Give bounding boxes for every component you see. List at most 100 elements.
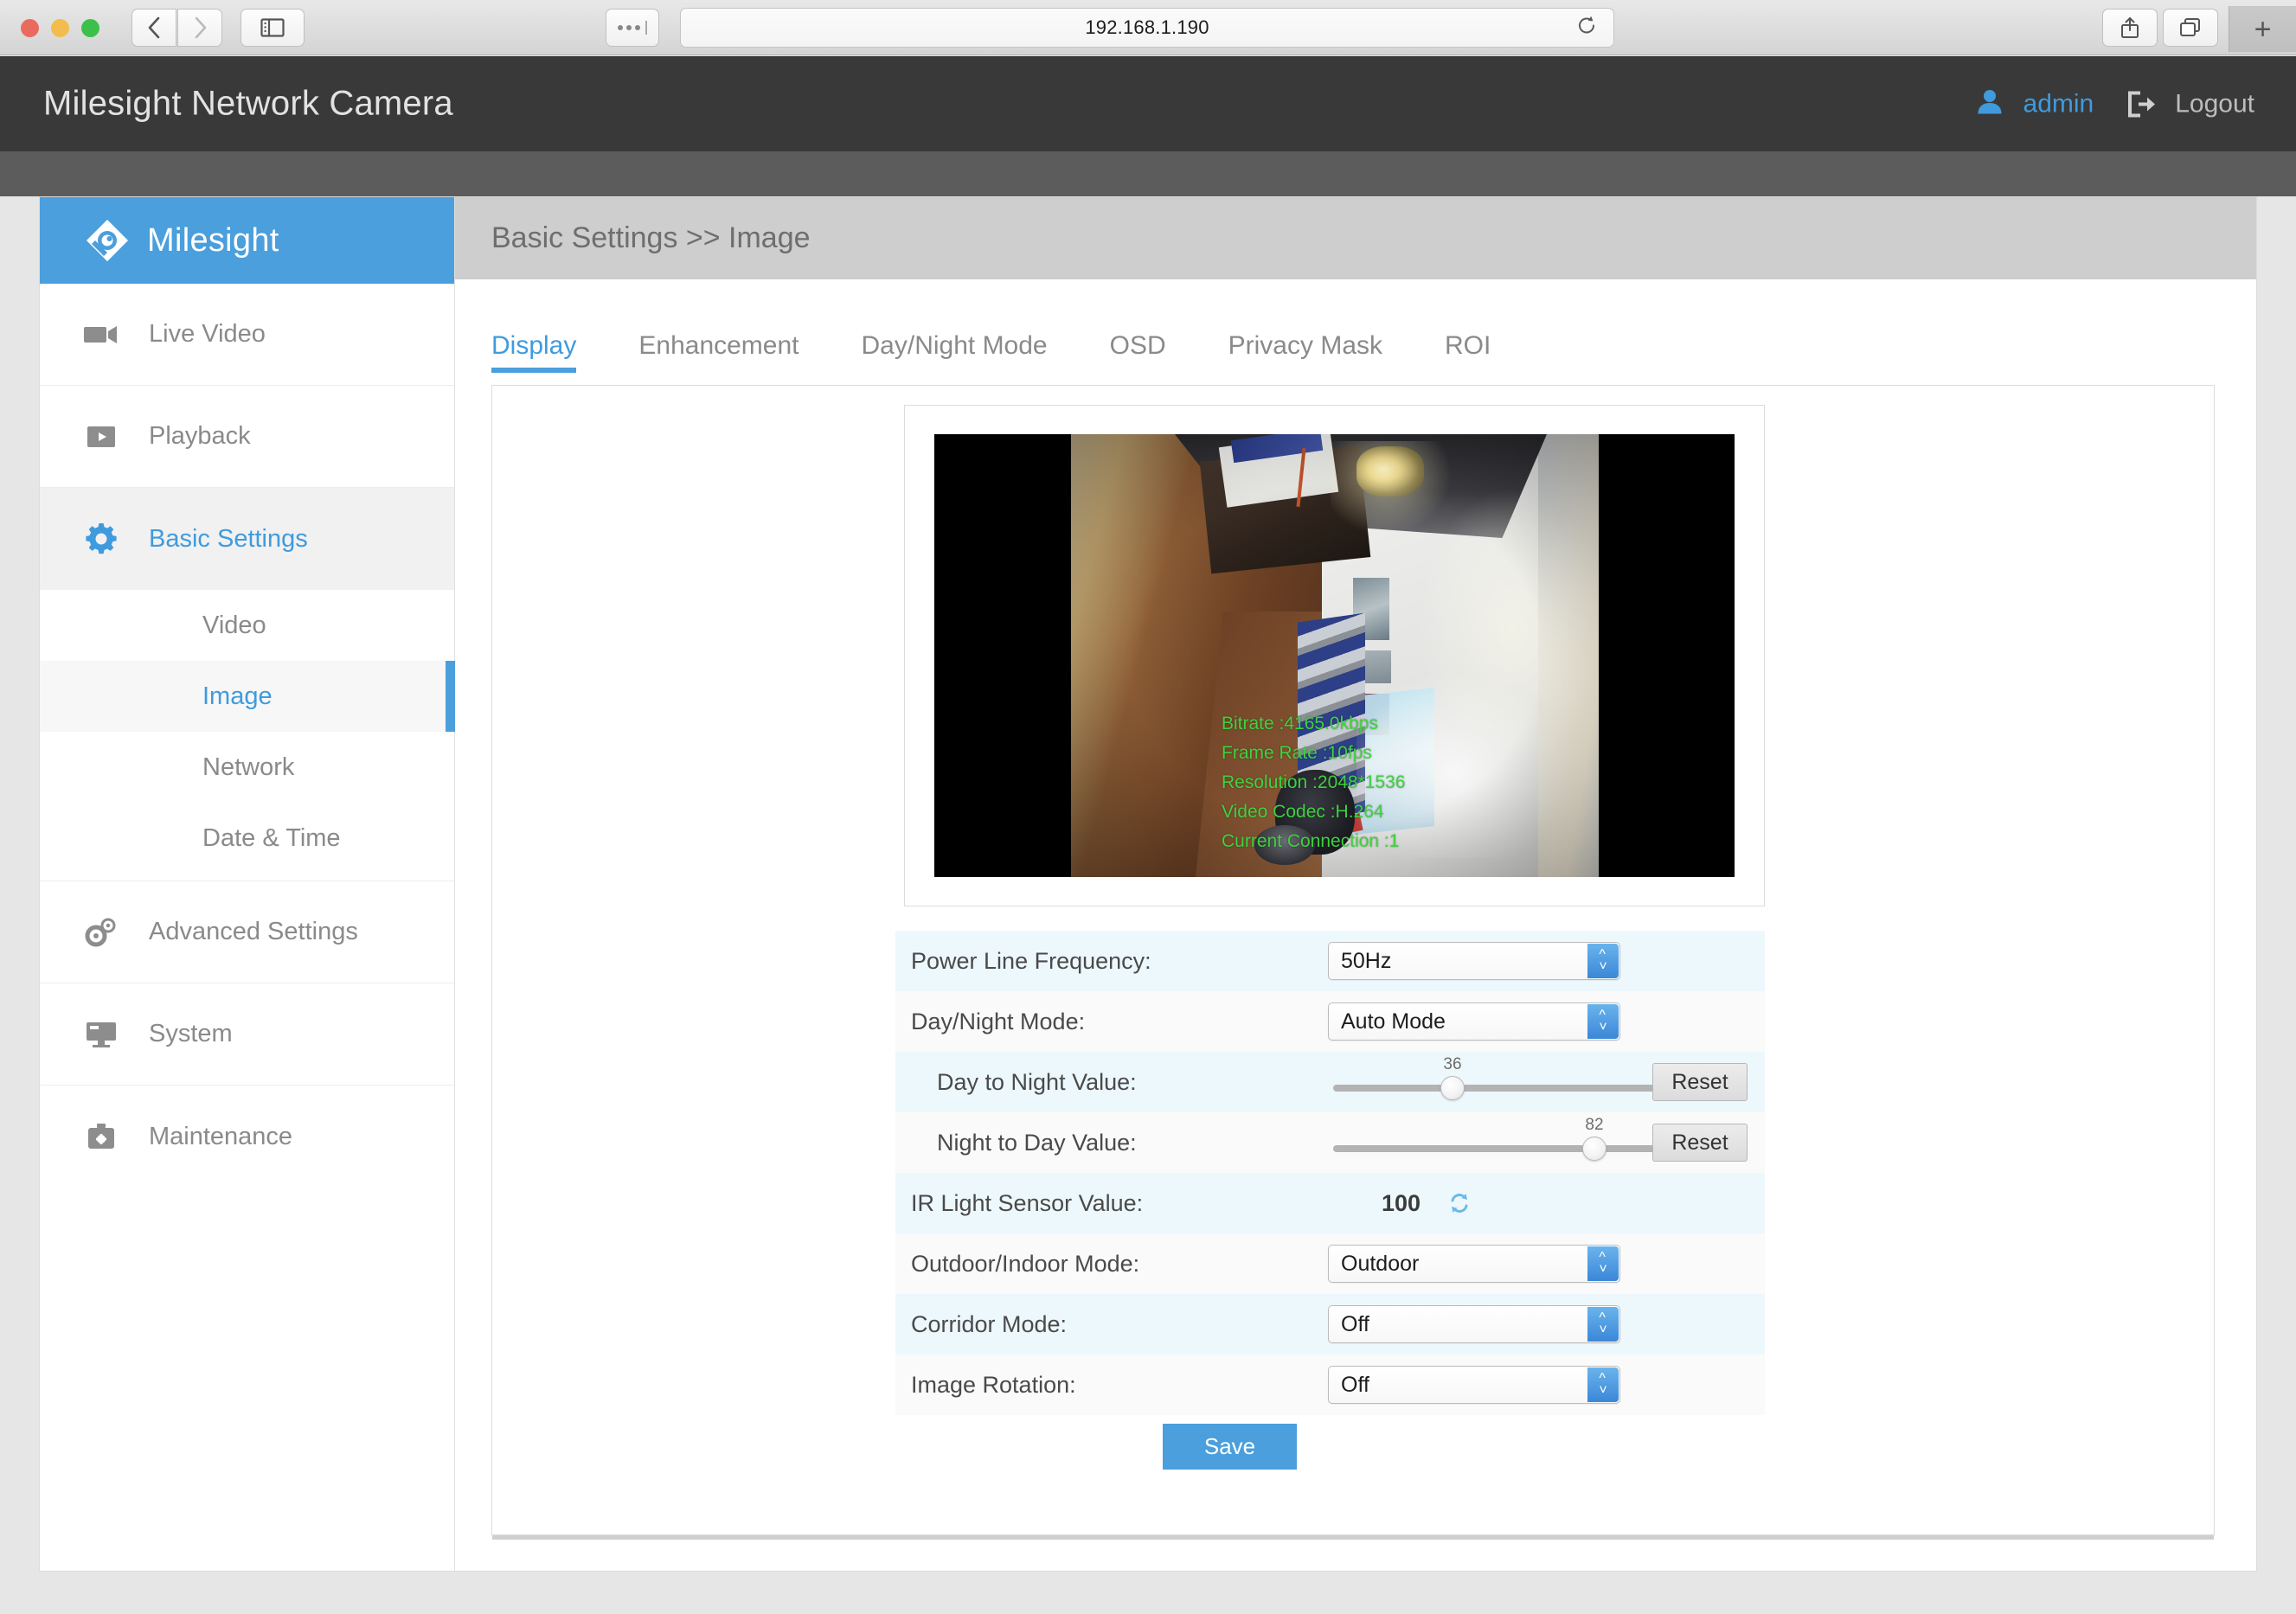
corridor-mode-label: Corridor Mode:	[895, 1311, 1328, 1338]
tab-label: Enhancement	[638, 331, 798, 360]
toolbox-icon	[81, 1123, 121, 1150]
video-camera-icon	[81, 323, 121, 346]
sidebar-item-label: Live Video	[149, 320, 266, 349]
tab-day-night-mode[interactable]: Day/Night Mode	[862, 331, 1048, 373]
sidebar-toggle-icon	[260, 17, 285, 38]
sidebar-subitem-label: Image	[202, 682, 273, 711]
sidebar-subitem-label: Video	[202, 612, 266, 640]
gear-icon	[81, 523, 121, 554]
osd-frame-rate: Frame Rate :10fps	[1222, 739, 1406, 768]
window-controls	[21, 19, 99, 37]
user-avatar-icon	[1975, 87, 2004, 121]
smart-search-toggle-button[interactable]	[606, 9, 659, 47]
row-power-line-frequency: Power Line Frequency: 50Hz ^˅	[895, 931, 1765, 991]
tab-display[interactable]: Display	[491, 331, 576, 373]
reload-button[interactable]	[1575, 15, 1598, 42]
night-to-day-reset-button[interactable]: Reset	[1652, 1124, 1748, 1162]
video-preview[interactable]: Bitrate :4165.0kbps Frame Rate :10fps Re…	[934, 434, 1735, 877]
logout-icon[interactable]	[2126, 90, 2156, 118]
panel-bottom-shadow	[492, 1535, 2214, 1540]
minimize-window-button[interactable]	[51, 19, 69, 37]
day-night-mode-select[interactable]: Auto Mode ^˅	[1328, 1002, 1620, 1041]
plus-icon: +	[2254, 15, 2272, 44]
tab-label: OSD	[1110, 331, 1166, 360]
tab-label: ROI	[1445, 331, 1491, 360]
chevron-updown-icon[interactable]: ^˅	[1587, 944, 1619, 978]
sidebar-subitem-image[interactable]: Image	[40, 661, 454, 732]
save-button[interactable]: Save	[1163, 1424, 1297, 1470]
page-body: Milesight Live Video Playback	[39, 196, 2257, 1572]
ir-light-sensor-label: IR Light Sensor Value:	[895, 1190, 1328, 1217]
sidebar-item-maintenance[interactable]: Maintenance	[40, 1086, 454, 1188]
outdoor-indoor-select[interactable]: Outdoor ^˅	[1328, 1245, 1620, 1283]
close-window-button[interactable]	[21, 19, 39, 37]
select-value: Auto Mode	[1329, 1009, 1446, 1034]
slider-track[interactable]	[1333, 1085, 1658, 1092]
advanced-gears-icon	[81, 917, 121, 948]
maximize-window-button[interactable]	[81, 19, 99, 37]
select-value: 50Hz	[1329, 949, 1391, 974]
sidebar-item-label: System	[149, 1020, 233, 1048]
row-day-night-mode: Day/Night Mode: Auto Mode ^˅	[895, 991, 1765, 1052]
header-account-area: admin Logout	[1975, 87, 2254, 121]
share-button[interactable]	[2102, 9, 2158, 47]
sidebar-toggle-button[interactable]	[241, 9, 305, 47]
sidebar-item-live-video[interactable]: Live Video	[40, 284, 454, 386]
select-value: Outdoor	[1329, 1252, 1419, 1277]
row-ir-light-sensor-value: IR Light Sensor Value: 100	[895, 1173, 1765, 1233]
day-to-night-value: 36	[1443, 1055, 1461, 1074]
ellipsis-icon	[618, 21, 647, 35]
day-night-mode-label: Day/Night Mode:	[895, 1009, 1328, 1035]
osd-current-connection: Current Connection :1	[1222, 827, 1406, 856]
new-tab-button[interactable]: +	[2229, 6, 2296, 52]
forward-button[interactable]	[177, 9, 222, 47]
back-button[interactable]	[131, 9, 176, 47]
night-to-day-slider[interactable]: 82	[1328, 1112, 1674, 1173]
osd-video-codec: Video Codec :H.264	[1222, 797, 1406, 827]
sidebar-subitem-video[interactable]: Video	[40, 590, 454, 661]
tab-label: Day/Night Mode	[862, 331, 1048, 360]
sidebar-item-system[interactable]: System	[40, 983, 454, 1086]
video-preview-frame: Bitrate :4165.0kbps Frame Rate :10fps Re…	[904, 405, 1765, 906]
row-outdoor-indoor-mode: Outdoor/Indoor Mode: Outdoor ^˅	[895, 1233, 1765, 1294]
url-text: 192.168.1.190	[1085, 16, 1209, 39]
day-to-night-reset-button[interactable]: Reset	[1652, 1063, 1748, 1101]
sidebar-subitem-network[interactable]: Network	[40, 732, 454, 803]
sidebar-item-advanced-settings[interactable]: Advanced Settings	[40, 881, 454, 983]
chevron-updown-icon[interactable]: ^˅	[1587, 1246, 1619, 1281]
image-rotation-select[interactable]: Off ^˅	[1328, 1366, 1620, 1404]
tab-privacy-mask[interactable]: Privacy Mask	[1228, 331, 1382, 373]
slider-handle[interactable]	[1582, 1137, 1607, 1161]
tab-overview-button[interactable]	[2163, 9, 2218, 47]
slider-track[interactable]	[1333, 1145, 1658, 1152]
brand-name: Milesight	[147, 222, 279, 259]
power-line-frequency-select[interactable]: 50Hz ^˅	[1328, 942, 1620, 980]
outdoor-indoor-label: Outdoor/Indoor Mode:	[895, 1251, 1328, 1278]
tab-roi[interactable]: ROI	[1445, 331, 1491, 373]
select-value: Off	[1329, 1312, 1369, 1337]
chevron-updown-icon[interactable]: ^˅	[1587, 1367, 1619, 1402]
sidebar-item-label: Advanced Settings	[149, 918, 358, 946]
sidebar: Milesight Live Video Playback	[40, 197, 455, 1571]
share-icon	[2119, 16, 2141, 40]
sidebar-item-basic-settings[interactable]: Basic Settings	[40, 488, 454, 590]
chevron-updown-icon[interactable]: ^˅	[1587, 1004, 1619, 1039]
corridor-mode-select[interactable]: Off ^˅	[1328, 1305, 1620, 1343]
slider-handle[interactable]	[1440, 1076, 1465, 1100]
address-bar[interactable]: 192.168.1.190	[680, 8, 1614, 48]
day-to-night-slider[interactable]: 36	[1328, 1052, 1674, 1112]
osd-overlay: Bitrate :4165.0kbps Frame Rate :10fps Re…	[1222, 709, 1406, 856]
logout-button[interactable]: Logout	[2175, 89, 2254, 118]
tab-enhancement[interactable]: Enhancement	[638, 331, 798, 373]
row-day-to-night-value: Day to Night Value: 36 Reset	[895, 1052, 1765, 1112]
refresh-icon[interactable]	[1421, 1190, 1472, 1216]
chevron-updown-icon[interactable]: ^˅	[1587, 1307, 1619, 1342]
osd-resolution: Resolution :2048*1536	[1222, 768, 1406, 797]
username-label: admin	[2023, 89, 2094, 118]
tab-osd[interactable]: OSD	[1110, 331, 1166, 373]
select-value: Off	[1329, 1373, 1369, 1398]
sidebar-item-playback[interactable]: Playback	[40, 386, 454, 488]
sidebar-item-label: Playback	[149, 422, 251, 451]
tab-bar: Display Enhancement Day/Night Mode OSD P…	[455, 279, 2256, 373]
sidebar-subitem-date-time[interactable]: Date & Time	[40, 803, 454, 874]
